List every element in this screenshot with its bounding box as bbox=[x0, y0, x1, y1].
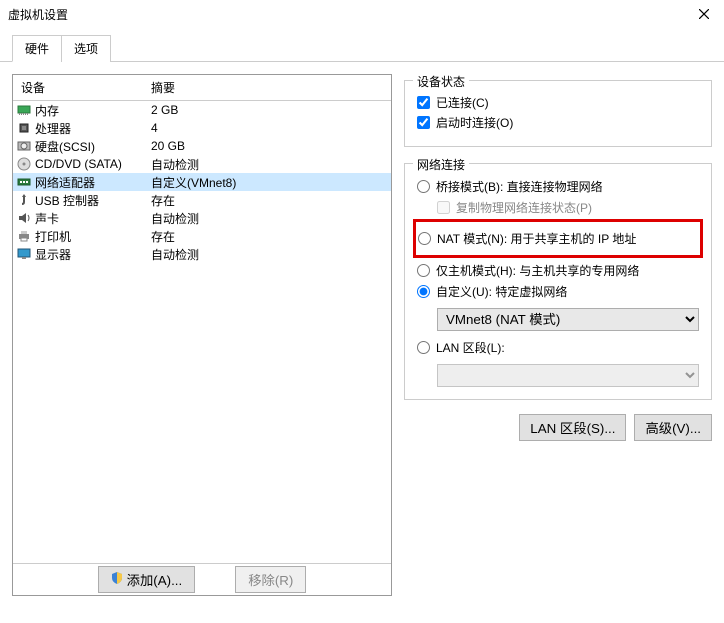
memory-icon bbox=[17, 103, 31, 117]
bridged-label: 桥接模式(B): 直接连接物理网络 bbox=[436, 178, 603, 195]
remove-button[interactable]: 移除(R) bbox=[235, 566, 306, 593]
table-row[interactable]: CD/DVD (SATA) 自动检测 bbox=[13, 155, 391, 173]
tab-options[interactable]: 选项 bbox=[61, 35, 111, 62]
shield-icon bbox=[111, 572, 123, 587]
hostonly-radio[interactable] bbox=[417, 264, 430, 277]
device-summary: 自动检测 bbox=[143, 210, 391, 227]
device-name: 显示器 bbox=[35, 246, 71, 263]
table-row[interactable]: USB 控制器 存在 bbox=[13, 191, 391, 209]
table-row[interactable]: 处理器 4 bbox=[13, 119, 391, 137]
device-state-title: 设备状态 bbox=[413, 73, 469, 90]
table-footer: 添加(A)... 移除(R) bbox=[13, 563, 391, 595]
add-label: 添加(A)... bbox=[127, 570, 183, 589]
add-button[interactable]: 添加(A)... bbox=[98, 566, 196, 593]
connect-power-label: 启动时连接(O) bbox=[436, 114, 513, 131]
table-body: 内存 2 GB 处理器 4 硬盘(SCSI) 20 GB CD/DVD (SATA) 自动检测… bbox=[13, 101, 391, 263]
custom-radio[interactable] bbox=[417, 285, 430, 298]
cpu-icon bbox=[17, 121, 31, 135]
device-summary: 自动检测 bbox=[143, 246, 391, 263]
device-summary: 20 GB bbox=[143, 139, 391, 153]
device-table: 设备 摘要 内存 2 GB 处理器 4 硬盘(SCSI) 20 GB CD/DVD (SAT… bbox=[12, 74, 392, 596]
table-row[interactable]: 网络适配器 自定义(VMnet8) bbox=[13, 173, 391, 191]
lan-select bbox=[437, 364, 699, 387]
device-name: 内存 bbox=[35, 102, 59, 119]
col-summary[interactable]: 摘要 bbox=[143, 75, 391, 100]
device-summary: 4 bbox=[143, 121, 391, 135]
left-panel: 设备 摘要 内存 2 GB 处理器 4 硬盘(SCSI) 20 GB CD/DVD (SAT… bbox=[12, 74, 392, 596]
button-row: LAN 区段(S)... 高级(V)... bbox=[404, 414, 712, 441]
device-name: CD/DVD (SATA) bbox=[35, 157, 122, 171]
hdd-icon bbox=[17, 139, 31, 153]
table-row[interactable]: 硬盘(SCSI) 20 GB bbox=[13, 137, 391, 155]
tab-hardware[interactable]: 硬件 bbox=[12, 35, 62, 62]
window-title: 虚拟机设置 bbox=[8, 6, 68, 23]
network-title: 网络连接 bbox=[413, 156, 469, 173]
device-name: 硬盘(SCSI) bbox=[35, 138, 95, 155]
network-group: 网络连接 桥接模式(B): 直接连接物理网络 复制物理网络连接状态(P) NAT… bbox=[404, 163, 712, 400]
content: 设备 摘要 内存 2 GB 处理器 4 硬盘(SCSI) 20 GB CD/DVD (SAT… bbox=[0, 62, 724, 608]
device-name: 打印机 bbox=[35, 228, 71, 245]
custom-select[interactable]: VMnet8 (NAT 模式) bbox=[437, 308, 699, 331]
device-name: 处理器 bbox=[35, 120, 71, 137]
hostonly-label: 仅主机模式(H): 与主机共享的专用网络 bbox=[436, 262, 639, 279]
table-row[interactable]: 声卡 自动检测 bbox=[13, 209, 391, 227]
printer-icon bbox=[17, 229, 31, 243]
sound-icon bbox=[17, 211, 31, 225]
lan-segment-label: LAN 区段(L): bbox=[436, 339, 505, 356]
advanced-button[interactable]: 高级(V)... bbox=[634, 414, 712, 441]
lan-segment-radio[interactable] bbox=[417, 341, 430, 354]
nic-icon bbox=[17, 175, 31, 189]
device-summary: 存在 bbox=[143, 192, 391, 209]
nat-label: NAT 模式(N): 用于共享主机的 IP 地址 bbox=[437, 230, 636, 247]
close-button[interactable] bbox=[684, 0, 724, 28]
lan-segments-button[interactable]: LAN 区段(S)... bbox=[519, 414, 626, 441]
device-state-group: 设备状态 已连接(C) 启动时连接(O) bbox=[404, 80, 712, 147]
connected-checkbox[interactable] bbox=[417, 96, 430, 109]
device-name: 网络适配器 bbox=[35, 174, 95, 191]
tab-strip: 硬件 选项 bbox=[0, 34, 724, 62]
col-device[interactable]: 设备 bbox=[13, 75, 143, 100]
monitor-icon bbox=[17, 247, 31, 261]
right-panel: 设备状态 已连接(C) 启动时连接(O) 网络连接 桥接模式(B): 直接连接物… bbox=[404, 74, 712, 596]
device-summary: 自动检测 bbox=[143, 156, 391, 173]
close-icon bbox=[699, 9, 709, 19]
custom-label: 自定义(U): 特定虚拟网络 bbox=[436, 283, 567, 300]
device-name: USB 控制器 bbox=[35, 192, 99, 209]
device-name: 声卡 bbox=[35, 210, 59, 227]
nat-highlight: NAT 模式(N): 用于共享主机的 IP 地址 bbox=[413, 219, 703, 258]
nat-radio[interactable] bbox=[418, 232, 431, 245]
table-header: 设备 摘要 bbox=[13, 75, 391, 101]
replicate-checkbox bbox=[437, 201, 450, 214]
table-row[interactable]: 显示器 自动检测 bbox=[13, 245, 391, 263]
bridged-radio[interactable] bbox=[417, 180, 430, 193]
connected-label: 已连接(C) bbox=[436, 94, 489, 111]
disc-icon bbox=[17, 157, 31, 171]
device-summary: 2 GB bbox=[143, 103, 391, 117]
titlebar: 虚拟机设置 bbox=[0, 0, 724, 28]
device-summary: 自定义(VMnet8) bbox=[143, 174, 391, 191]
connect-power-checkbox[interactable] bbox=[417, 116, 430, 129]
device-summary: 存在 bbox=[143, 228, 391, 245]
table-row[interactable]: 内存 2 GB bbox=[13, 101, 391, 119]
usb-icon bbox=[17, 193, 31, 207]
replicate-label: 复制物理网络连接状态(P) bbox=[456, 199, 592, 216]
table-row[interactable]: 打印机 存在 bbox=[13, 227, 391, 245]
